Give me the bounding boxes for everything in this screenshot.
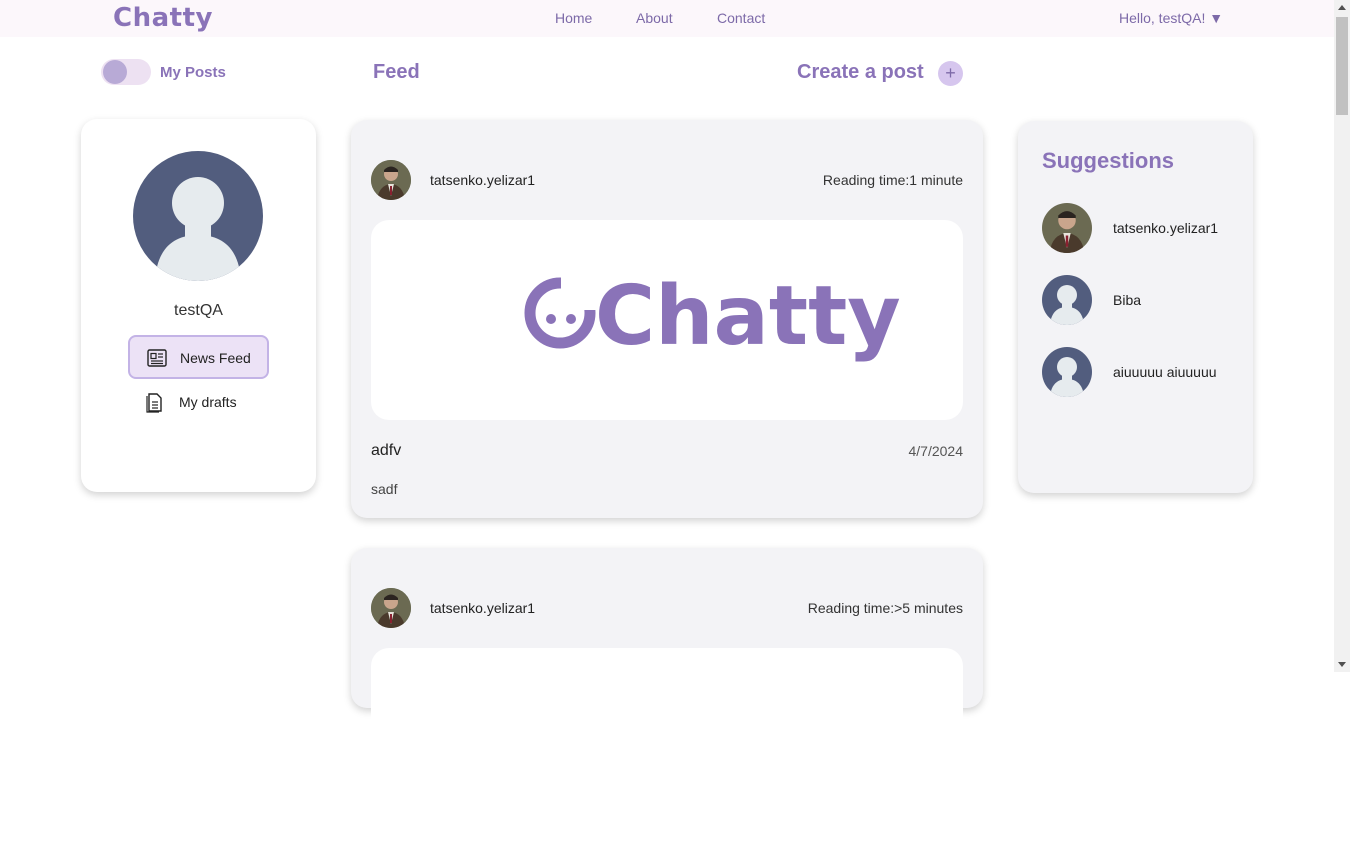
author-photo-icon bbox=[371, 588, 411, 628]
news-feed-label: News Feed bbox=[180, 350, 251, 366]
top-navbar: Chatty Home About Contact Hello, testQA!… bbox=[0, 0, 1334, 37]
svg-text:Chatty: Chatty bbox=[595, 269, 901, 364]
suggestion-name[interactable]: tatsenko.yelizar1 bbox=[1113, 220, 1218, 236]
post-image[interactable] bbox=[371, 648, 963, 848]
create-post-plus-icon[interactable]: + bbox=[938, 61, 963, 86]
newspaper-icon bbox=[147, 349, 167, 367]
default-avatar-icon bbox=[1042, 347, 1092, 397]
reading-time: Reading time:1 minute bbox=[822, 172, 963, 188]
post-author-name[interactable]: tatsenko.yelizar1 bbox=[430, 172, 535, 188]
page-scrollbar[interactable] bbox=[1334, 0, 1350, 672]
nav-contact-link[interactable]: Contact bbox=[717, 10, 765, 26]
post-author-name[interactable]: tatsenko.yelizar1 bbox=[430, 600, 535, 616]
post-card[interactable]: tatsenko.yelizar1 Reading time:>5 minute… bbox=[351, 548, 983, 848]
suggestions-card: Suggestions tatsenko.yelizar1 Biba aiuuu… bbox=[1018, 121, 1253, 493]
toggle-knob bbox=[103, 60, 127, 84]
author-photo-icon bbox=[371, 160, 411, 200]
default-avatar-icon bbox=[1042, 275, 1092, 325]
scroll-down-arrow-icon[interactable] bbox=[1338, 662, 1346, 667]
suggestion-avatar[interactable] bbox=[1042, 203, 1092, 253]
chatty-logo[interactable]: Chatty bbox=[113, 3, 213, 33]
my-posts-toggle[interactable] bbox=[101, 59, 151, 85]
profile-card: testQA News Feed My drafts bbox=[81, 119, 316, 492]
default-avatar-icon bbox=[155, 177, 241, 281]
my-drafts-label: My drafts bbox=[179, 394, 237, 410]
author-avatar[interactable] bbox=[371, 588, 411, 628]
chatty-logo-image: Chatty bbox=[524, 269, 901, 364]
nav-about-link[interactable]: About bbox=[636, 10, 673, 26]
reading-time: Reading time:>5 minutes bbox=[807, 600, 963, 616]
document-icon bbox=[146, 393, 162, 413]
user-photo-icon bbox=[1042, 203, 1092, 253]
create-post-link[interactable]: Create a post bbox=[797, 61, 924, 84]
suggestion-avatar[interactable] bbox=[1042, 275, 1092, 325]
suggestion-name[interactable]: aiuuuuu aiuuuuu bbox=[1113, 364, 1217, 380]
user-menu-dropdown[interactable]: Hello, testQA! ▼ bbox=[1119, 10, 1223, 26]
suggestion-avatar[interactable] bbox=[1042, 347, 1092, 397]
news-feed-button[interactable]: News Feed bbox=[128, 335, 269, 379]
scrollbar-thumb[interactable] bbox=[1336, 17, 1348, 115]
author-avatar[interactable] bbox=[371, 160, 411, 200]
suggestion-name[interactable]: Biba bbox=[1113, 292, 1141, 308]
my-posts-label: My Posts bbox=[160, 64, 226, 81]
post-image[interactable]: Chatty bbox=[371, 220, 963, 420]
scroll-up-arrow-icon[interactable] bbox=[1338, 5, 1346, 10]
profile-username: testQA bbox=[174, 302, 223, 319]
user-avatar bbox=[133, 151, 263, 281]
nav-home-link[interactable]: Home bbox=[555, 10, 592, 26]
post-description: sadf bbox=[371, 481, 398, 497]
post-title: adfv bbox=[371, 442, 402, 459]
suggestions-title: Suggestions bbox=[1042, 148, 1175, 173]
post-date: 4/7/2024 bbox=[908, 443, 964, 459]
feed-title: Feed bbox=[373, 61, 420, 83]
post-card[interactable]: tatsenko.yelizar1 Reading time:1 minute … bbox=[351, 120, 983, 518]
